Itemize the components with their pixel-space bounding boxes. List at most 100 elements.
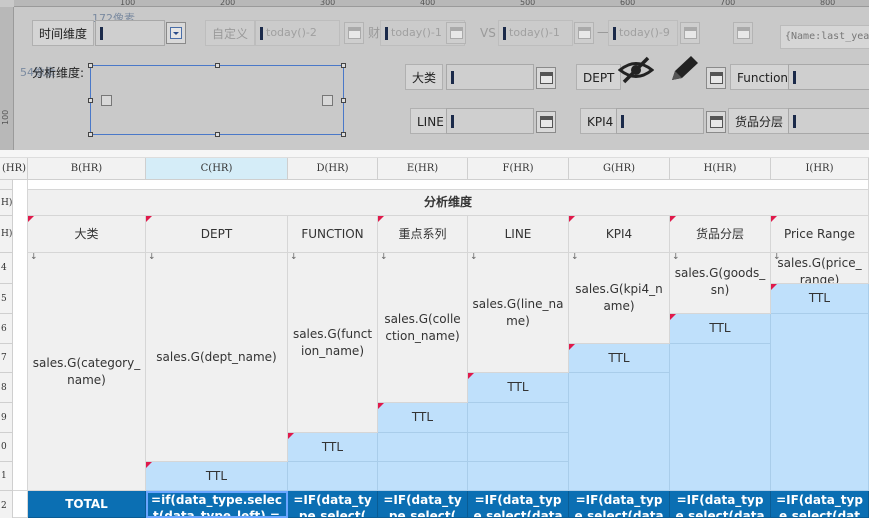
ttl-collection-cell[interactable]: TTL <box>378 403 468 433</box>
blank-blue-cell[interactable] <box>468 433 569 462</box>
calendar-icon <box>540 116 553 128</box>
ttl-goods-cell[interactable]: TTL <box>670 314 771 344</box>
resize-handle[interactable] <box>215 63 220 68</box>
ttl-price-cell[interactable]: TTL <box>771 284 869 314</box>
header-category[interactable]: 大类 <box>28 216 146 253</box>
row-header[interactable]: 8 <box>0 373 13 403</box>
total-formula-goods[interactable]: =IF(data_type.select(data <box>670 491 771 518</box>
goods-tier-input[interactable] <box>788 108 869 134</box>
row-header[interactable] <box>0 180 13 190</box>
end-date-picker[interactable] <box>446 22 466 44</box>
total-label-cell[interactable]: TOTAL <box>28 491 146 518</box>
line-input[interactable] <box>446 108 534 134</box>
total-formula-function[interactable]: =IF(data_type.select( <box>288 491 378 518</box>
blank-blue-cell[interactable] <box>670 344 771 491</box>
column-header-f[interactable]: F(HR) <box>468 158 569 180</box>
resize-handle[interactable] <box>341 132 346 137</box>
ttl-kpi4-cell[interactable]: TTL <box>569 344 670 373</box>
category-input[interactable] <box>446 64 534 90</box>
group-category-cell[interactable]: ↓ sales.G(category_name) <box>28 253 146 491</box>
header-goods-tier[interactable]: 货品分层 <box>670 216 771 253</box>
column-header-c[interactable]: C(HR) <box>146 158 288 180</box>
analysis-dimension-title[interactable]: 分析维度 <box>28 190 869 216</box>
group-price-cell[interactable]: ↓ sales.G(price_range) <box>771 253 869 284</box>
blank-blue-cell[interactable] <box>468 462 569 491</box>
start-date-input[interactable]: today()-2 <box>255 20 340 46</box>
header-collection[interactable]: 重点系列 <box>378 216 468 253</box>
total-formula-dept[interactable]: =if(data_type.select(data_type_left) = : <box>146 491 288 518</box>
dept-picker[interactable] <box>706 67 726 89</box>
header-kpi4[interactable]: KPI4 <box>569 216 670 253</box>
ttl-line-cell[interactable]: TTL <box>468 373 569 403</box>
column-header-b[interactable]: B(HR) <box>28 158 146 180</box>
ttl-dept-cell[interactable]: TTL <box>146 462 288 491</box>
header-price-range[interactable]: Price Range <box>771 216 869 253</box>
checkbox-icon[interactable] <box>322 95 333 106</box>
kpi4-picker[interactable] <box>706 111 726 133</box>
group-collection-cell[interactable]: ↓ sales.G(collection_name) <box>378 253 468 403</box>
column-header-e[interactable]: E(HR) <box>378 158 468 180</box>
time-dimension-dropdown[interactable] <box>166 22 186 44</box>
category-picker[interactable] <box>536 67 556 89</box>
row-header[interactable]: 9 <box>0 403 13 433</box>
resize-handle[interactable] <box>341 98 346 103</box>
column-header-g[interactable]: G(HR) <box>569 158 670 180</box>
time-dimension-input[interactable] <box>95 20 165 46</box>
header-line[interactable]: LINE <box>468 216 569 253</box>
row-header[interactable]: 0 <box>0 433 13 462</box>
column-header-d[interactable]: D(HR) <box>288 158 378 180</box>
resize-handle[interactable] <box>88 98 93 103</box>
group-dept-cell[interactable]: ↓ sales.G(dept_name) <box>146 253 288 462</box>
blank-blue-cell[interactable] <box>468 403 569 433</box>
blank-blue-cell[interactable] <box>378 433 468 462</box>
blank-blue-cell[interactable] <box>378 462 468 491</box>
function-input[interactable] <box>788 64 869 90</box>
row-header[interactable]: H) <box>0 190 13 216</box>
line-picker[interactable] <box>536 111 556 133</box>
row-header[interactable]: 2 <box>0 491 13 518</box>
total-formula-collection[interactable]: =IF(data_type.select( <box>378 491 468 518</box>
checkbox-icon[interactable] <box>101 95 112 106</box>
column-header-h[interactable]: H(HR) <box>670 158 771 180</box>
header-dept[interactable]: DEPT <box>146 216 288 253</box>
group-goods-cell[interactable]: ↓ sales.G(goods_sn) <box>670 253 771 314</box>
ruler-tick: 400 <box>420 0 436 7</box>
blank-blue-cell[interactable] <box>771 314 869 491</box>
resize-handle[interactable] <box>88 63 93 68</box>
row-header[interactable]: 5 <box>0 284 13 314</box>
blank-blue-cell[interactable] <box>569 373 670 491</box>
row-header[interactable]: 4 <box>0 253 13 284</box>
resize-handle[interactable] <box>215 132 220 137</box>
header-function[interactable]: FUNCTION <box>288 216 378 253</box>
compare-end-picker[interactable] <box>680 22 700 44</box>
resize-handle[interactable] <box>341 63 346 68</box>
blank-row[interactable] <box>28 180 869 190</box>
row-header[interactable]: 6 <box>0 314 13 344</box>
total-formula-price[interactable]: =IF(data_type.select(data <box>771 491 869 518</box>
ttl-function-cell[interactable]: TTL <box>288 433 378 462</box>
column-a-cells[interactable] <box>13 180 28 491</box>
compare-start-input[interactable]: today()-1 <box>498 20 573 46</box>
group-line-cell[interactable]: ↓ sales.G(line_name) <box>468 253 569 373</box>
total-formula-line[interactable]: =IF(data_type.select(data <box>468 491 569 518</box>
column-header-i[interactable]: I(HR) <box>771 158 869 180</box>
end-date-placeholder: today()-1 <box>391 26 442 39</box>
blank-cell[interactable] <box>13 491 28 518</box>
compare-end-input[interactable]: today()-9 <box>608 20 678 46</box>
group-kpi4-cell[interactable]: ↓ sales.G(kpi4_name) <box>569 253 670 344</box>
eye-off-icon[interactable] <box>618 55 654 85</box>
extra-picker[interactable] <box>733 22 753 44</box>
row-header[interactable]: 7 <box>0 344 13 373</box>
blank-blue-cell[interactable] <box>288 462 378 491</box>
edit-pencil-icon[interactable] <box>668 54 700 84</box>
kpi4-input[interactable] <box>616 108 704 134</box>
column-header[interactable]: (HR) <box>0 158 28 180</box>
group-function-cell[interactable]: ↓ sales.G(function_name) <box>288 253 378 433</box>
resize-handle[interactable] <box>88 132 93 137</box>
start-date-picker[interactable] <box>344 22 364 44</box>
row-header[interactable]: H) <box>0 216 13 253</box>
name-parameter-field[interactable]: {Name:last_year <box>780 25 869 49</box>
total-formula-kpi4[interactable]: =IF(data_type.select(data <box>569 491 670 518</box>
analysis-dimension-selection[interactable] <box>88 63 346 137</box>
row-header[interactable]: 1 <box>0 462 13 491</box>
